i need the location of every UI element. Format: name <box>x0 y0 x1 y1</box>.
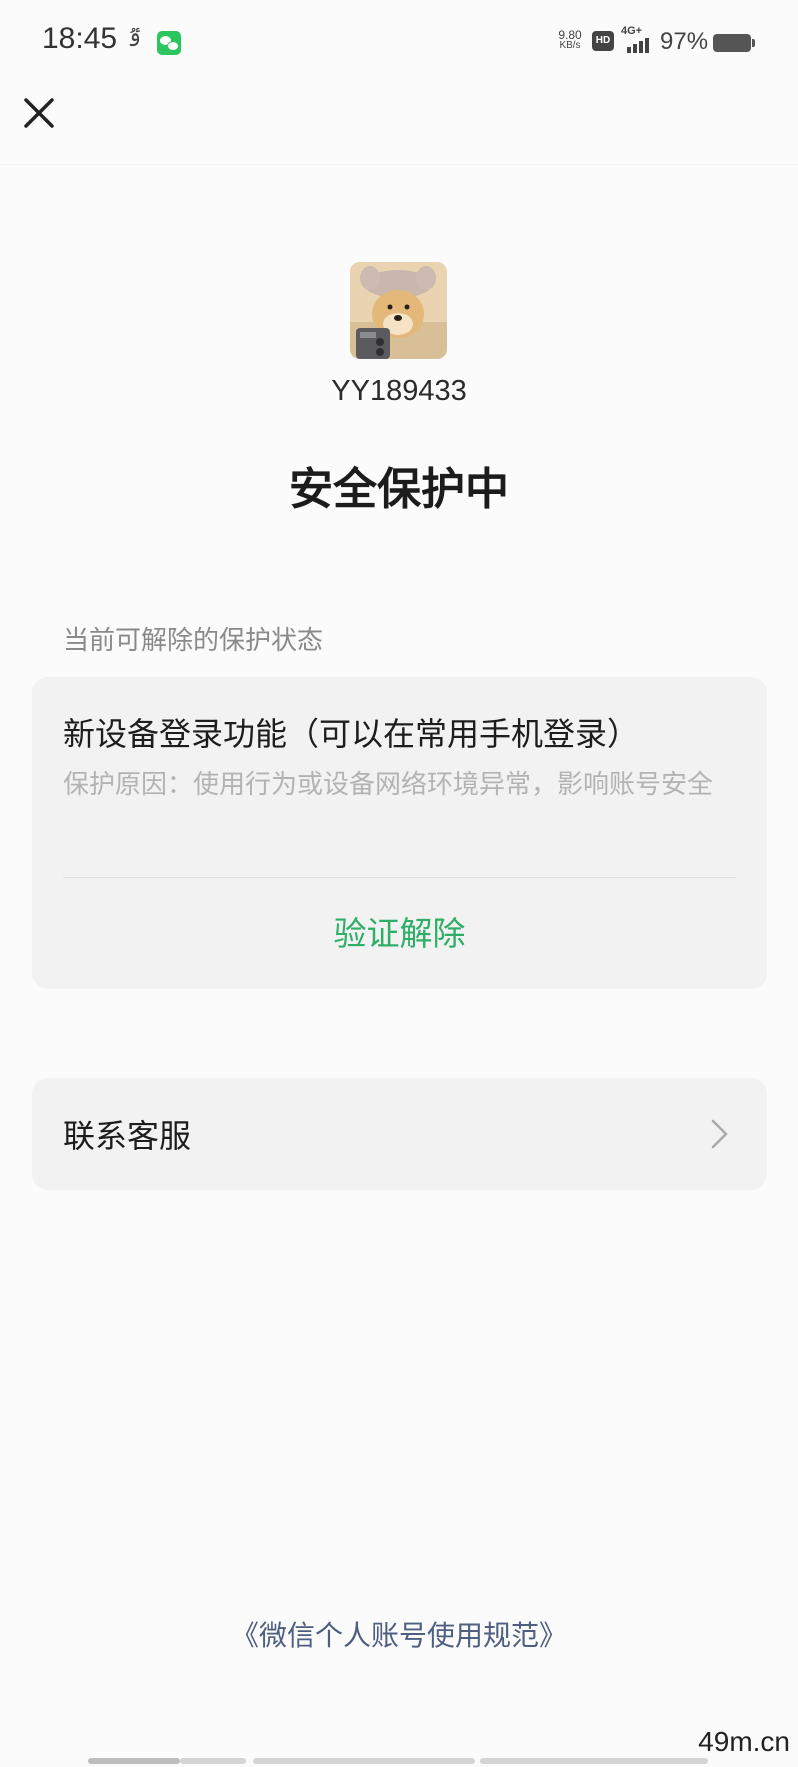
username: YY189433 <box>331 375 467 407</box>
wechat-notification-icon <box>157 31 181 55</box>
home-indicator-segment <box>180 1758 246 1764</box>
home-indicator-segment <box>480 1758 708 1764</box>
close-icon <box>24 98 54 128</box>
status-time: 18:45 <box>42 22 118 55</box>
verify-unlock-button[interactable]: 验证解除 <box>32 885 767 983</box>
hd-icon: HD <box>592 31 614 51</box>
network-type: 4G+ <box>621 25 643 37</box>
chevron-right-icon <box>711 1119 728 1149</box>
battery-percentage: 97% <box>660 28 709 55</box>
signal-bar <box>633 44 637 53</box>
signal-icon: 4G+ <box>621 25 655 55</box>
signal-bar <box>627 47 631 53</box>
protection-title: 新设备登录功能（可以在常用手机登录） <box>63 715 640 753</box>
protection-reason: 保护原因：使用行为或设备网络环境异常，影响账号安全 <box>63 770 714 800</box>
protection-card: 新设备登录功能（可以在常用手机登录） 保护原因：使用行为或设备网络环境异常，影响… <box>32 677 767 989</box>
section-label: 当前可解除的保护状态 <box>63 626 324 656</box>
watermark: 49m.cn <box>698 1726 790 1757</box>
avatar <box>350 262 447 359</box>
terms-link[interactable]: 《微信个人账号使用规范》 <box>0 1614 798 1654</box>
status-bar: 18:45 ٷ 9.80 KB/s HD 4G+ 97% <box>0 0 798 88</box>
contact-support-item[interactable]: 联系客服 <box>32 1078 767 1190</box>
home-indicator-segment <box>88 1758 180 1764</box>
card-divider <box>63 877 736 878</box>
contact-support-label: 联系客服 <box>63 1117 192 1155</box>
signal-bar <box>639 41 643 53</box>
battery-icon <box>713 34 755 52</box>
network-speed-unit: KB/s <box>559 40 581 51</box>
signal-bar <box>645 38 649 53</box>
nav-divider <box>0 164 798 165</box>
app-notification-icon: ٷ <box>128 22 141 47</box>
home-indicator-segment <box>253 1758 475 1764</box>
avatar-image <box>350 262 447 359</box>
home-indicator <box>88 1758 708 1764</box>
network-speed: 9.80 KB/s <box>553 29 587 51</box>
page-title: 安全保护中 <box>289 464 509 515</box>
close-button[interactable] <box>18 92 60 134</box>
